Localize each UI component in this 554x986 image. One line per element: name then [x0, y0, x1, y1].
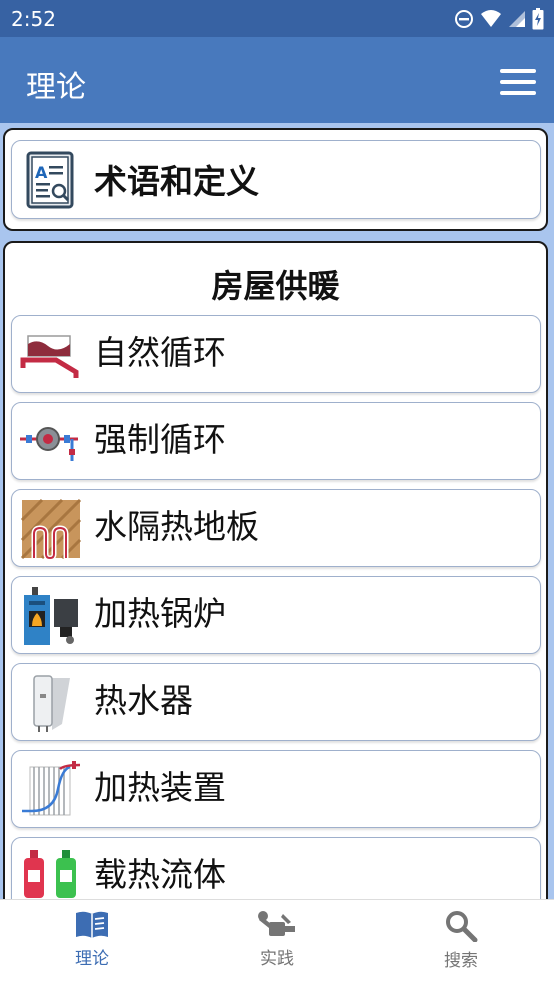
page-title: 理论 [26, 70, 86, 105]
book-icon [76, 911, 108, 938]
list-item-label: 强制循环 [94, 420, 226, 459]
dictionary-icon: A [26, 151, 74, 209]
heating-section-card: 房屋供暖 自然循环 强制循环 水隔热地板 加热锅炉 热水器 加热装置 载热流体 [3, 241, 548, 899]
list-item-label: 水隔热地板 [94, 507, 259, 546]
boiler-icon [24, 587, 78, 645]
svg-text:A: A [35, 163, 48, 182]
nav-label: 搜索 [444, 951, 478, 971]
floor-heating-icon [20, 498, 82, 560]
menu-button[interactable] [500, 69, 536, 95]
pump-icon [20, 427, 78, 461]
do-not-disturb-icon [455, 10, 473, 28]
list-item-heating-device[interactable]: 加热装置 [11, 750, 541, 828]
list-item-forced-circulation[interactable]: 强制循环 [11, 402, 541, 480]
radiator-icon [22, 761, 81, 816]
wifi-icon [481, 10, 501, 27]
status-time: 2:52 [11, 7, 56, 31]
signal-icon [509, 11, 525, 27]
battery-icon [532, 8, 544, 30]
list-item-label: 加热装置 [94, 768, 226, 807]
natural-circulation-icon [20, 335, 79, 378]
tools-icon [258, 911, 295, 936]
list-item-heat-transfer-fluid[interactable]: 载热流体 [11, 837, 541, 899]
list-item-terms[interactable]: A 术语和定义 [11, 140, 541, 219]
coolant-bottles-icon [24, 850, 76, 898]
nav-item-search[interactable]: 搜索 [411, 910, 511, 971]
list-item-natural-circulation[interactable]: 自然循环 [11, 315, 541, 393]
nav-label: 理论 [75, 949, 109, 969]
status-bar: 2:52 [0, 0, 554, 37]
water-heater-icon [33, 675, 70, 732]
list-item-water-heater[interactable]: 热水器 [11, 663, 541, 741]
list-item-label: 自然循环 [94, 333, 226, 372]
search-icon [446, 911, 478, 942]
nav-item-practice[interactable]: 实践 [227, 910, 327, 969]
list-item-label: 热水器 [94, 681, 193, 720]
bottom-navigation: 理论 实践 搜索 [0, 899, 554, 986]
content-list[interactable]: A 术语和定义 房屋供暖 自然循环 强制循环 水隔热地板 加热锅炉 热水器 加热… [0, 123, 554, 899]
list-item-label: 加热锅炉 [94, 594, 226, 633]
list-item-floor-heating[interactable]: 水隔热地板 [11, 489, 541, 567]
menu-icon-line [500, 91, 536, 95]
section-title: 房屋供暖 [211, 267, 340, 305]
nav-item-theory[interactable]: 理论 [42, 910, 142, 969]
menu-icon-line [500, 69, 536, 73]
terms-card: A 术语和定义 [3, 128, 548, 231]
status-icons [454, 8, 544, 30]
list-item-label: 术语和定义 [94, 162, 259, 201]
list-item-label: 载热流体 [94, 855, 226, 894]
menu-icon-line [500, 80, 536, 84]
app-bar: 理论 [0, 37, 554, 123]
list-item-boiler[interactable]: 加热锅炉 [11, 576, 541, 654]
nav-label: 实践 [260, 949, 294, 969]
